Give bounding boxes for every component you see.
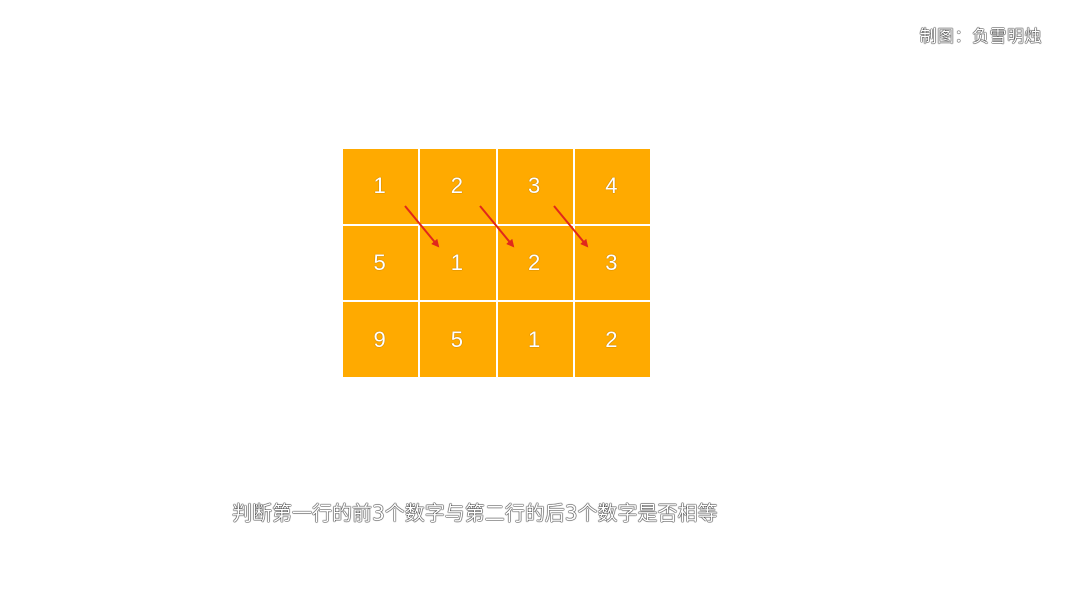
grid-cell-r3-c3: 1 bbox=[497, 302, 573, 377]
caption-text: 判断第一行的前3个数字与第二行的后3个数字是否相等 bbox=[232, 501, 718, 525]
grid-cell-r1-c4: 4 bbox=[574, 149, 650, 224]
grid-cell-r2-c4: 3 bbox=[574, 225, 650, 301]
grid-cell-r3-c2: 5 bbox=[420, 302, 496, 377]
grid-cell-r2-c2: 1 bbox=[420, 225, 496, 301]
grid-cell-r3-c4: 2 bbox=[574, 302, 650, 377]
grid-cell-r2-c3: 2 bbox=[497, 225, 573, 301]
grid-cell-r2-c1: 5 bbox=[343, 225, 419, 301]
number-grid: 1 2 3 4 5 1 2 3 9 5 1 2 bbox=[343, 149, 650, 377]
grid-cell-r3-c1: 9 bbox=[343, 302, 419, 377]
grid-cell-r1-c3: 3 bbox=[497, 149, 573, 224]
grid-cell-r1-c1: 1 bbox=[343, 149, 419, 224]
credit-text: 制图：负雪明烛 bbox=[919, 27, 1042, 47]
grid-cell-r1-c2: 2 bbox=[420, 149, 496, 224]
